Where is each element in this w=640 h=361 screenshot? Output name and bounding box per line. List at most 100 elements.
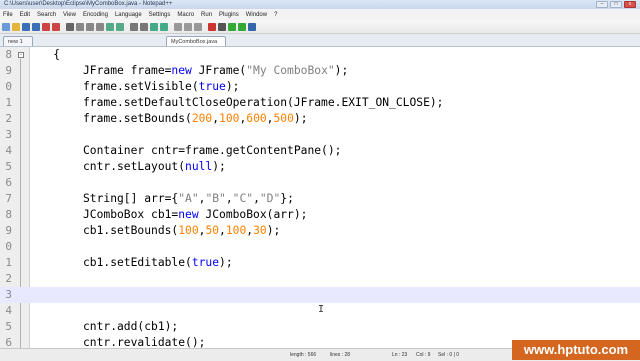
line-number: 5: [5, 160, 12, 173]
code-token: );: [212, 160, 226, 173]
menu-window[interactable]: Window: [246, 12, 267, 18]
menu-search[interactable]: Search: [37, 12, 56, 18]
tab-label: new 1: [8, 39, 23, 45]
line-number: 6: [5, 176, 12, 189]
print-icon[interactable]: [66, 22, 74, 31]
tab-mycombobox-java[interactable]: MyComboBox.java: [166, 36, 226, 46]
code-line: 2: [0, 271, 640, 287]
indent-icon[interactable]: [194, 22, 202, 31]
code-text: String[] arr={"A","B","C","D"};: [83, 191, 294, 207]
number-token: 200: [191, 112, 213, 125]
maximize-button[interactable]: □: [610, 1, 622, 8]
code-token: cb1.setEditable(: [83, 256, 192, 269]
save-icon[interactable]: [22, 22, 30, 31]
play-macro-icon[interactable]: [228, 22, 236, 31]
tab-new-1[interactable]: new 1: [3, 36, 33, 46]
menu-plugins[interactable]: Plugins: [219, 12, 239, 18]
number-token: 50: [205, 224, 220, 237]
open-file-icon[interactable]: [12, 22, 20, 31]
status-line-number: Ln : 23: [392, 352, 408, 358]
code-token: );: [219, 256, 233, 269]
status-length: length : 566: [290, 352, 317, 358]
string-token: "My ComboBox": [246, 64, 335, 77]
code-line: 2 frame.setBounds(200,100,600,500);: [0, 111, 640, 127]
wrap-icon[interactable]: [184, 22, 192, 31]
save-macro-icon[interactable]: [248, 22, 256, 31]
cut-icon[interactable]: [76, 22, 84, 31]
code-token: cntr.setLayout(: [83, 160, 186, 173]
code-line: 0: [0, 239, 640, 255]
menu-encoding[interactable]: Encoding: [83, 12, 108, 18]
code-text: JComboBox cb1=new JComboBox(arr);: [83, 207, 307, 223]
menu-language[interactable]: Language: [115, 12, 142, 18]
run-macro-icon[interactable]: [238, 22, 246, 31]
code-text: frame.setBounds(200,100,600,500);: [83, 111, 308, 127]
line-number: 9: [5, 64, 12, 77]
code-token: ,: [225, 192, 233, 205]
string-token: "A": [178, 192, 199, 205]
code-line: 0 frame.setVisible(true);: [0, 79, 640, 95]
number-token: 100: [225, 224, 247, 237]
code-line: 8 JComboBox cb1=new JComboBox(arr);: [0, 207, 640, 223]
code-text: Container cntr=frame.getContentPane();: [83, 143, 341, 159]
menu-settings[interactable]: Settings: [149, 12, 171, 18]
new-file-icon[interactable]: [2, 22, 10, 31]
current-line: 3: [0, 287, 640, 303]
keyword-token: true: [191, 256, 220, 269]
menu-run[interactable]: Run: [201, 12, 212, 18]
menu-help[interactable]: ?: [274, 12, 277, 18]
code-line: 7 String[] arr={"A","B","C","D"};: [0, 191, 640, 207]
paste-icon[interactable]: [96, 22, 104, 31]
code-line: 9 JFrame frame=new JFrame("My ComboBox");: [0, 63, 640, 79]
number-token: 500: [273, 112, 294, 125]
keyword-token: new: [178, 208, 199, 221]
replace-icon[interactable]: [140, 22, 148, 31]
code-token: );: [266, 224, 281, 237]
redo-icon[interactable]: [116, 22, 124, 31]
record-macro-icon[interactable]: [208, 22, 216, 31]
sync-icon[interactable]: [174, 22, 182, 31]
code-token: JFrame frame=: [83, 64, 172, 77]
code-token: Container cntr=frame.getContentPane();: [83, 144, 342, 157]
undo-icon[interactable]: [106, 22, 114, 31]
code-line: 8 {: [0, 47, 640, 63]
copy-icon[interactable]: [86, 22, 94, 31]
zoom-out-icon[interactable]: [160, 22, 168, 31]
number-token: 100: [178, 224, 199, 237]
code-token: JComboBox(arr);: [198, 208, 308, 221]
menu-macro[interactable]: Macro: [177, 12, 194, 18]
line-number: 1: [5, 256, 12, 269]
code-line: 1 frame.setDefaultCloseOperation(JFrame.E…: [0, 95, 640, 111]
minimize-button[interactable]: –: [596, 1, 608, 8]
code-text: JFrame frame=new JFrame("My ComboBox");: [83, 63, 348, 79]
code-token: ,: [253, 192, 260, 205]
close-window-button[interactable]: x: [624, 1, 636, 8]
status-column: Col : 9: [416, 352, 431, 358]
mouse-ibeam-icon: I: [318, 304, 325, 315]
code-line: 3: [0, 127, 640, 143]
code-editor[interactable]: 8 {9 JFrame frame=new JFrame("My ComboBox…: [0, 47, 640, 349]
menu-file[interactable]: File: [3, 12, 13, 18]
keyword-token: new: [171, 64, 192, 77]
menu-bar: File Edit Search View Encoding Language …: [0, 9, 640, 20]
line-number: 3: [5, 288, 12, 301]
zoom-in-icon[interactable]: [150, 22, 158, 31]
menu-edit[interactable]: Edit: [20, 12, 30, 18]
find-icon[interactable]: [130, 22, 138, 31]
close-icon[interactable]: [42, 22, 50, 31]
line-number: 4: [5, 304, 12, 317]
window-controls: – □ x: [596, 1, 636, 8]
code-token: frame.setDefaultCloseOperation(JFrame.EX…: [83, 96, 444, 109]
stop-macro-icon[interactable]: [218, 22, 226, 31]
code-text: {: [26, 47, 60, 63]
code-text: cb1.setBounds(100,50,100,30);: [83, 223, 280, 239]
close-all-icon[interactable]: [52, 22, 60, 31]
code-token: frame.setVisible(: [83, 80, 199, 93]
code-line: 1 cb1.setEditable(true);: [0, 255, 640, 271]
code-token: );: [293, 112, 308, 125]
menu-view[interactable]: View: [63, 12, 76, 18]
save-all-icon[interactable]: [32, 22, 40, 31]
fold-toggle-icon[interactable]: -: [18, 52, 24, 58]
code-token: cntr.add(cb1);: [83, 320, 179, 333]
code-text: frame.setVisible(true);: [83, 79, 239, 95]
